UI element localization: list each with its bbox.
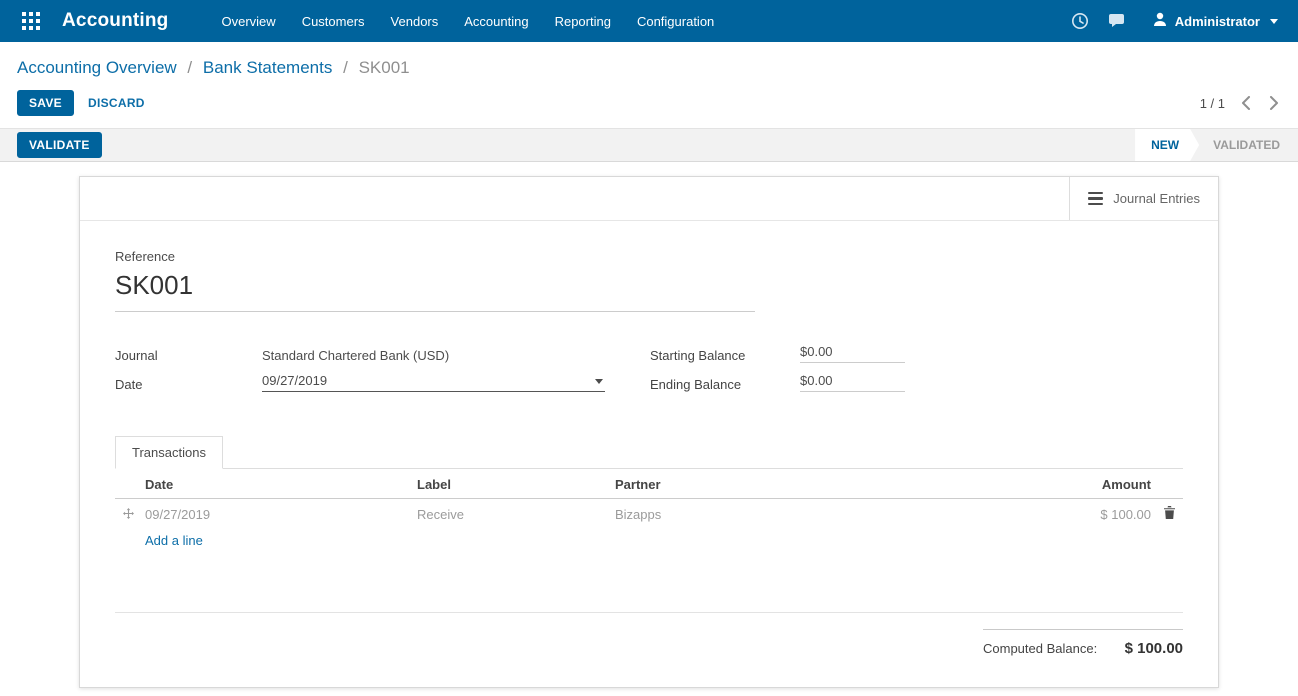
datepicker-caret-icon <box>595 379 603 384</box>
pager: 1 / 1 <box>1200 94 1281 112</box>
list-icon <box>1088 192 1103 206</box>
column-header-label[interactable]: Label <box>413 469 611 499</box>
add-a-line-link[interactable]: Add a line <box>145 533 203 548</box>
state-new[interactable]: NEW <box>1135 129 1199 161</box>
menu-accounting[interactable]: Accounting <box>451 0 541 42</box>
ending-balance-label: Ending Balance <box>650 377 800 392</box>
field-groups: Journal Standard Chartered Bank (USD) Da… <box>115 342 1183 400</box>
computed-balance-value: $ 100.00 <box>1125 640 1183 657</box>
main-menu: Overview Customers Vendors Accounting Re… <box>209 0 728 42</box>
handle-column-header <box>115 469 141 499</box>
top-navbar: Accounting Overview Customers Vendors Ac… <box>0 0 1298 42</box>
bank-statement-sheet: Journal Entries Reference SK001 Journal … <box>79 176 1219 688</box>
breadcrumb-separator: / <box>187 58 192 77</box>
form-view: Journal Entries Reference SK001 Journal … <box>0 176 1298 688</box>
pager-count: 1 / 1 <box>1200 96 1225 111</box>
pager-next-icon[interactable] <box>1267 94 1281 112</box>
delete-row-trash-icon[interactable] <box>1155 499 1183 530</box>
ending-balance-field[interactable]: $0.00 <box>800 373 905 392</box>
statusbar-states: NEW VALIDATED <box>1135 129 1298 161</box>
column-header-date[interactable]: Date <box>141 469 413 499</box>
statusbar: VALIDATE NEW VALIDATED <box>0 128 1298 162</box>
add-a-line: Add a line <box>115 533 1183 548</box>
user-icon <box>1153 12 1167 30</box>
validate-button[interactable]: VALIDATE <box>17 132 102 158</box>
reference-field[interactable]: SK001 <box>115 270 755 312</box>
row-amount[interactable]: $ 100.00 <box>1005 499 1155 530</box>
row-partner[interactable]: Bizapps <box>611 499 1005 530</box>
sheet-body: Reference SK001 Journal Standard Charter… <box>80 221 1218 687</box>
notebook: Transactions Date Label Partner Amount <box>115 436 1183 548</box>
journal-entries-button[interactable]: Journal Entries <box>1069 177 1218 220</box>
breadcrumb-separator: / <box>343 58 348 77</box>
menu-reporting[interactable]: Reporting <box>542 0 624 42</box>
date-label: Date <box>115 377 262 392</box>
breadcrumb-accounting-overview[interactable]: Accounting Overview <box>17 58 177 77</box>
starting-balance-row: Starting Balance $0.00 <box>650 342 950 363</box>
breadcrumb-bank-statements[interactable]: Bank Statements <box>203 58 332 77</box>
tab-transactions[interactable]: Transactions <box>115 436 223 469</box>
date-row: Date 09/27/2019 <box>115 371 605 392</box>
breadcrumb: Accounting Overview / Bank Statements / … <box>0 42 1298 82</box>
control-panel-buttons: SAVE DISCARD 1 / 1 <box>0 82 1298 128</box>
starting-balance-field[interactable]: $0.00 <box>800 344 905 363</box>
ending-balance-row: Ending Balance $0.00 <box>650 371 950 392</box>
menu-configuration[interactable]: Configuration <box>624 0 727 42</box>
column-header-partner[interactable]: Partner <box>611 469 1005 499</box>
journal-label: Journal <box>115 348 262 363</box>
chevron-down-icon <box>1270 19 1278 24</box>
column-header-amount[interactable]: Amount <box>1005 469 1155 499</box>
user-name: Administrator <box>1175 14 1260 29</box>
save-button[interactable]: SAVE <box>17 90 74 116</box>
breadcrumb-current: SK001 <box>359 58 410 77</box>
app-title[interactable]: Accounting <box>62 10 169 32</box>
activities-clock-icon[interactable] <box>1063 0 1097 42</box>
drag-handle-icon[interactable] <box>115 499 141 530</box>
apps-grid-icon[interactable] <box>14 0 48 42</box>
date-field[interactable]: 09/27/2019 <box>262 373 605 392</box>
state-validated[interactable]: VALIDATED <box>1199 129 1298 161</box>
computed-balance-label: Computed Balance: <box>983 641 1097 656</box>
computed-balance: Computed Balance: $ 100.00 <box>983 629 1183 657</box>
messages-chat-icon[interactable] <box>1101 0 1135 42</box>
menu-vendors[interactable]: Vendors <box>378 0 452 42</box>
navbar-right: Administrator <box>1063 0 1284 42</box>
starting-balance-label: Starting Balance <box>650 348 800 363</box>
sheet-footer: Computed Balance: $ 100.00 <box>115 612 1183 657</box>
table-row[interactable]: 09/27/2019 Receive Bizapps $ 100.00 <box>115 499 1183 530</box>
field-group-left: Journal Standard Chartered Bank (USD) Da… <box>115 342 605 400</box>
journal-field[interactable]: Standard Chartered Bank (USD) <box>262 348 449 363</box>
transactions-table: Date Label Partner Amount 09/27/20 <box>115 469 1183 529</box>
field-group-right: Starting Balance $0.00 Ending Balance $0… <box>650 342 950 400</box>
row-date[interactable]: 09/27/2019 <box>141 499 413 530</box>
pager-previous-icon[interactable] <box>1239 94 1253 112</box>
menu-customers[interactable]: Customers <box>289 0 378 42</box>
trash-column-header <box>1155 469 1183 499</box>
table-header-row: Date Label Partner Amount <box>115 469 1183 499</box>
journal-entries-label: Journal Entries <box>1113 191 1200 206</box>
row-label[interactable]: Receive <box>413 499 611 530</box>
reference-label: Reference <box>115 249 1183 264</box>
journal-row: Journal Standard Chartered Bank (USD) <box>115 342 605 363</box>
menu-overview[interactable]: Overview <box>209 0 289 42</box>
user-menu[interactable]: Administrator <box>1139 0 1284 42</box>
discard-button[interactable]: DISCARD <box>88 96 145 110</box>
sheet-header: Journal Entries <box>80 177 1218 221</box>
tab-bar: Transactions <box>115 436 1183 469</box>
